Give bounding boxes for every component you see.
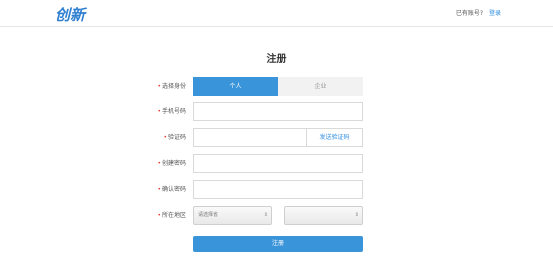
account-prompt: 已有账号?	[455, 10, 484, 17]
login-link[interactable]: 登录	[489, 10, 501, 17]
code-input[interactable]	[193, 128, 307, 147]
select-arrow-icon: ⇕	[263, 212, 268, 218]
identity-option-enterprise[interactable]: 企业	[278, 77, 363, 96]
code-label-text: 验证码	[167, 134, 186, 141]
city-select[interactable]: ⇕	[284, 206, 363, 225]
code-row: •验证码 发送验证码	[140, 128, 370, 147]
register-submit-button[interactable]: 注册	[193, 236, 363, 252]
required-mark: •	[157, 108, 161, 115]
required-mark: •	[157, 186, 161, 193]
confirm-label-text: 确认密码	[161, 186, 186, 193]
confirm-row: •确认密码	[140, 180, 370, 199]
header-account: 已有账号? 登录	[456, 8, 501, 17]
required-mark: •	[157, 212, 161, 219]
password-label: •创建密码	[140, 154, 186, 173]
password-label-text: 创建密码	[161, 160, 186, 167]
confirm-password-input[interactable]	[193, 180, 363, 199]
identity-label-text: 选择身份	[161, 83, 186, 90]
phone-input[interactable]	[193, 102, 363, 121]
region-label: •所在地区	[140, 206, 186, 225]
phone-label: •手机号码	[140, 102, 186, 121]
phone-label-text: 手机号码	[161, 108, 186, 115]
province-select-value: 请选择省	[198, 212, 219, 218]
identity-toggle: 个人 企业	[193, 77, 363, 96]
required-mark: •	[157, 83, 161, 90]
identity-option-personal[interactable]: 个人	[193, 77, 278, 96]
identity-label: •选择身份	[140, 77, 186, 96]
password-input[interactable]	[193, 154, 363, 173]
page-title: 注册	[266, 54, 287, 65]
region-label-text: 所在地区	[161, 212, 186, 219]
select-arrow-icon: ⇕	[354, 212, 359, 218]
header: 创新 已有账号? 登录	[0, 0, 553, 27]
identity-row: •选择身份 个人 企业	[140, 77, 370, 96]
region-row: •所在地区 请选择省 ⇕ ⇕	[140, 206, 370, 225]
send-code-button[interactable]: 发送验证码	[307, 128, 363, 147]
required-mark: •	[163, 134, 167, 141]
confirm-label: •确认密码	[140, 180, 186, 199]
required-mark: •	[157, 160, 161, 167]
province-select[interactable]: 请选择省 ⇕	[193, 206, 272, 225]
logo[interactable]: 创新	[55, 4, 85, 25]
password-row: •创建密码	[140, 154, 370, 173]
code-label: •验证码	[140, 128, 186, 147]
phone-row: •手机号码	[140, 102, 370, 121]
